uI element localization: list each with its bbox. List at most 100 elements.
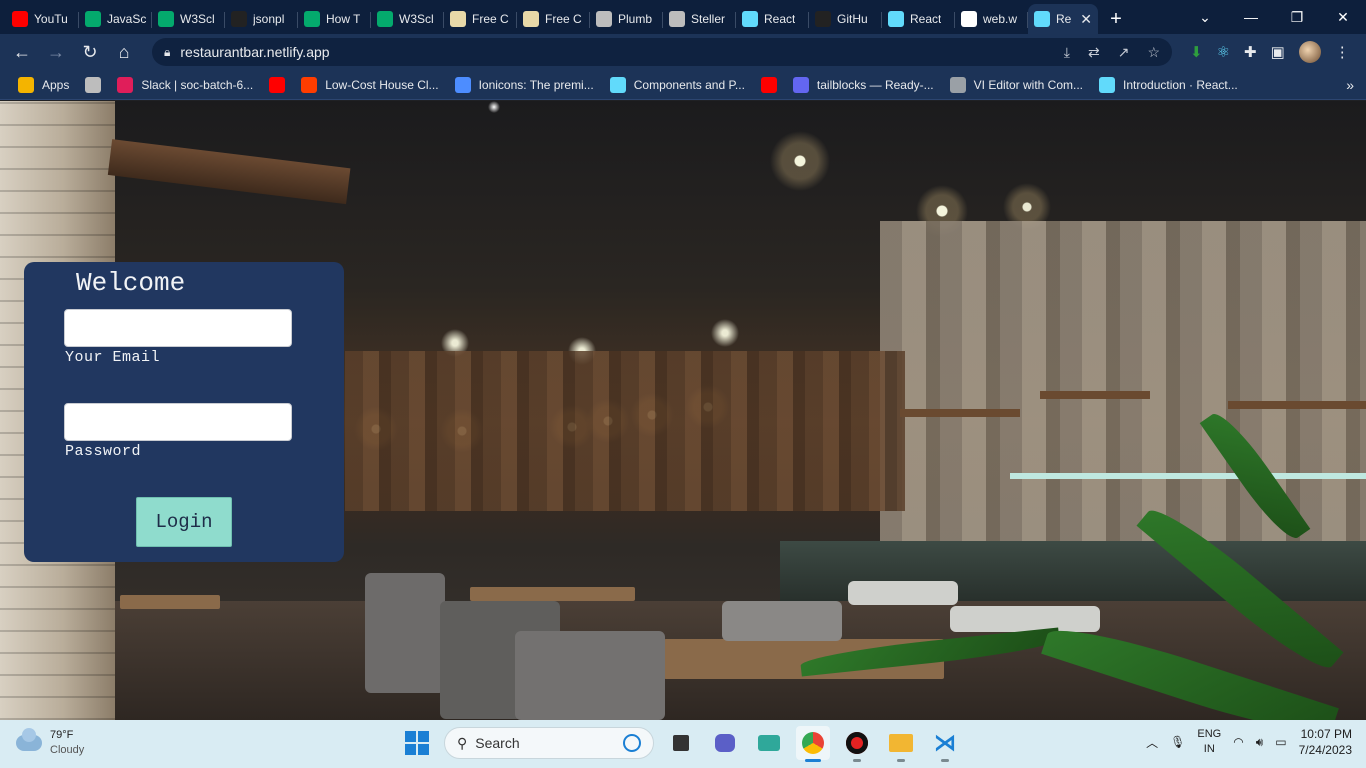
weather-widget[interactable]: 79°F Cloudy [16, 728, 84, 758]
back-button[interactable]: ← [8, 38, 36, 66]
bookmark-item[interactable]: Low-Cost House Cl... [295, 76, 444, 93]
side-panel-icon[interactable]: ▣ [1271, 43, 1285, 61]
lock-icon: 🔒︎ [164, 44, 171, 59]
profile-avatar[interactable] [1298, 41, 1321, 63]
react-icon [609, 76, 626, 93]
bookmark-item[interactable]: Ionicons: The premi... [449, 76, 600, 93]
bookmark-label: Components and P... [633, 77, 745, 92]
browser-tab[interactable]: web.w [955, 4, 1028, 34]
address-bar[interactable]: 🔒︎ restaurantbar.netlify.app ⤓ ⇄ ↗ ☆ [152, 38, 1172, 66]
glass-shelf [1010, 473, 1366, 479]
extensions-puzzle-icon[interactable]: ✚ [1244, 43, 1257, 61]
task-view-button[interactable] [664, 726, 698, 760]
browser-tab[interactable]: JavaSc [79, 4, 152, 34]
widgets-button[interactable] [752, 726, 786, 760]
browser-tab[interactable]: Free C [517, 4, 590, 34]
browser-tab[interactable]: GitHu [809, 4, 882, 34]
browser-tab-strip: YouTu JavaSc W3Scl jsonpl How T W3Scl Free C Fr… [0, 0, 1366, 34]
bookmark-item[interactable] [79, 76, 107, 93]
bookmark-star-icon[interactable]: ☆ [1147, 44, 1160, 61]
home-icon: ⌂ [118, 41, 130, 62]
bookmark-item[interactable]: Apps [12, 76, 75, 93]
youtube-icon [12, 11, 28, 27]
task-view-icon [673, 735, 689, 751]
close-tab-icon[interactable]: ✕ [1080, 11, 1092, 28]
dining-table [120, 595, 220, 609]
email-label: Your Email [65, 349, 161, 366]
browser-tab[interactable]: jsonpl [225, 4, 298, 34]
arrow-right-icon: → [47, 41, 65, 62]
clock[interactable]: 10:07 PM 7/24/2023 [1299, 726, 1352, 758]
language-indicator[interactable]: ENG IN [1197, 727, 1221, 757]
chrome-taskbar-button[interactable] [796, 726, 830, 762]
browser-tab[interactable]: Plumb [590, 4, 663, 34]
bar-stool-cushion [950, 606, 1100, 632]
bookmark-item[interactable] [263, 76, 291, 93]
globe-icon [85, 76, 102, 93]
start-button[interactable] [400, 726, 434, 760]
bookmark-label: tailblocks — Ready-... [816, 77, 934, 92]
react-devtools-icon[interactable]: ⚛ [1217, 43, 1230, 61]
login-button[interactable]: Login [136, 497, 232, 547]
vi-icon [949, 76, 966, 93]
bookmark-label: Apps [42, 77, 70, 92]
tab-label: Plumb [618, 12, 653, 26]
bookmark-item[interactable]: Components and P... [604, 76, 751, 93]
browser-tab[interactable]: React [736, 4, 809, 34]
bookmark-item[interactable]: tailblocks — Ready-... [787, 76, 940, 93]
battery-icon[interactable]: ▭ [1275, 735, 1286, 749]
file-explorer-button[interactable] [884, 726, 918, 762]
translate-icon[interactable]: ⇄ [1088, 44, 1100, 61]
browser-tab[interactable]: Free C [444, 4, 517, 34]
bookmark-item[interactable]: Introduction · React... [1093, 76, 1244, 93]
tray-overflow-chevron-icon[interactable]: ︿ [1146, 734, 1158, 751]
bookmarks-overflow-button[interactable]: » [1346, 77, 1354, 93]
bookmark-item[interactable]: VI Editor with Com... [944, 76, 1089, 93]
browser-tab[interactable]: Steller [663, 4, 736, 34]
volume-icon[interactable]: 🔊︎ [1256, 735, 1264, 750]
screen-recorder-button[interactable] [840, 726, 874, 762]
share-icon[interactable]: ↗ [1118, 44, 1130, 61]
chair [515, 631, 665, 720]
install-app-icon[interactable]: ⤓ [1064, 44, 1070, 61]
tab-label: JavaSc [107, 12, 146, 26]
bookmark-item[interactable]: Slack | soc-batch-6... [111, 76, 259, 93]
vscode-button[interactable]: ⋊ [928, 726, 962, 762]
new-tab-button[interactable]: + [1098, 4, 1134, 34]
login-title: Welcome [76, 268, 186, 298]
bar-back-wall [880, 221, 1366, 541]
github-icon [815, 11, 831, 27]
tab-label: React [910, 12, 942, 26]
tab-label: W3Scl [399, 12, 434, 26]
close-window-button[interactable]: ✕ [1320, 9, 1366, 26]
minimize-button[interactable]: — [1228, 9, 1274, 25]
bing-icon [623, 734, 641, 752]
browser-tab[interactable]: W3Scl [152, 4, 225, 34]
browser-tab[interactable]: React [882, 4, 955, 34]
teams-chat-button[interactable] [708, 726, 742, 760]
browser-tab[interactable]: W3Scl [371, 4, 444, 34]
widgets-icon [758, 735, 780, 751]
taskbar-search-box[interactable]: ⚲ Search [444, 727, 654, 759]
bookmark-label: Ionicons: The premi... [478, 77, 594, 92]
home-button[interactable]: ⌂ [110, 38, 138, 66]
bookmark-item[interactable] [755, 76, 783, 93]
wifi-icon[interactable]: ◠ [1233, 735, 1243, 749]
email-input[interactable] [64, 309, 292, 347]
chrome-menu-icon[interactable]: ⋮ [1335, 43, 1350, 61]
reload-button[interactable]: ↻ [76, 38, 104, 66]
browser-tab[interactable]: How T [298, 4, 371, 34]
shelf [900, 409, 1020, 417]
restore-button[interactable]: ❐ [1274, 9, 1320, 26]
bookmark-label: Slack | soc-batch-6... [141, 77, 254, 92]
w3schools-icon [304, 11, 320, 27]
forward-button[interactable]: → [42, 38, 70, 66]
active-browser-tab[interactable]: Re ✕ [1028, 4, 1098, 34]
download-extension-icon[interactable]: ⬇ [1190, 43, 1203, 61]
microphone-icon[interactable]: 🎙︎ [1170, 735, 1185, 749]
taskbar-apps: ⚲ Search ⋊ [400, 726, 962, 762]
browser-tab[interactable]: YouTu [6, 4, 79, 34]
password-input[interactable] [64, 403, 292, 441]
clone-icon [301, 76, 318, 93]
tab-search-chevron-icon[interactable]: ⌄ [1182, 9, 1228, 26]
